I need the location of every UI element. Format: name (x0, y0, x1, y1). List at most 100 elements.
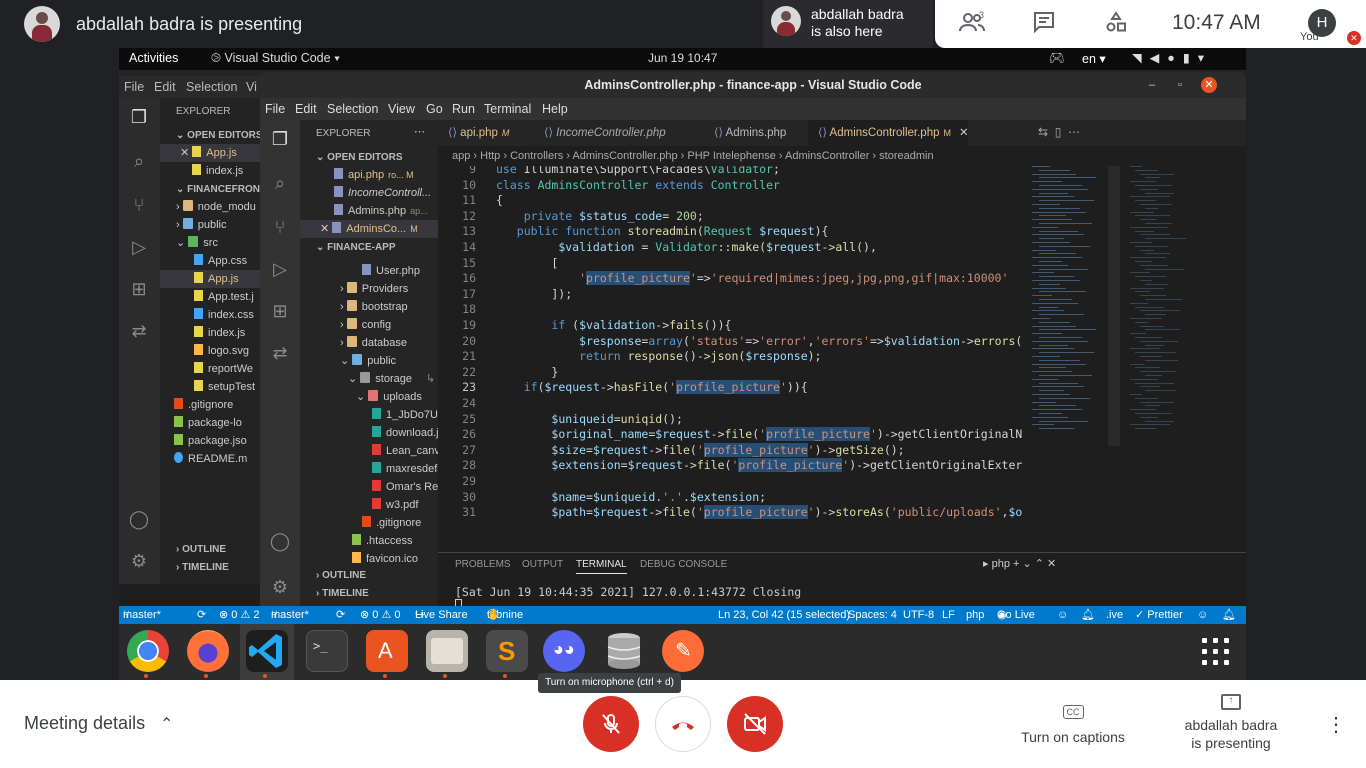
menu-run[interactable]: Run (452, 102, 475, 116)
close-icon[interactable]: ✕ (1201, 77, 1217, 93)
chrome-icon[interactable] (127, 630, 169, 678)
tree-item[interactable]: maxresdefau... (372, 460, 438, 478)
tab-admins-php[interactable]: ⟨⟩ Admins.php (704, 120, 808, 146)
feedback-icon[interactable]: ☺ (1197, 606, 1208, 624)
tab-admins-controller[interactable]: ⟨⟩ AdminsController.php M ✕ (808, 120, 969, 146)
tree-item[interactable]: › bootstrap (340, 298, 408, 316)
search-icon[interactable]: ⌕ (128, 150, 150, 172)
tree-item[interactable]: ⌄ src (176, 234, 218, 252)
tree-item[interactable]: › config (340, 316, 391, 334)
tree-item[interactable]: .gitignore (362, 514, 421, 532)
captions-button[interactable]: CC Turn on captions (1012, 702, 1134, 745)
status-prettier[interactable]: ✓ Prettier (1135, 606, 1183, 624)
code-line[interactable]: { (496, 193, 503, 207)
tree-item[interactable]: download.jpeg (372, 424, 438, 442)
open-editor-item[interactable]: api.php ro... M (334, 166, 414, 184)
open-editor-item[interactable]: index.js (160, 162, 260, 180)
app-menu[interactable]: ⧁ Visual Studio Code ▾ (211, 51, 340, 66)
status-indent[interactable]: Spaces: 4 (848, 606, 897, 624)
discord-tray-icon[interactable]: 🎮︎ (1049, 51, 1065, 66)
tree-item[interactable]: package.jso (174, 432, 247, 450)
open-editor-item-active[interactable]: ✕ AdminsCo... M (300, 220, 438, 238)
terminal-icon[interactable]: >_ (306, 630, 348, 672)
code-line[interactable]: $uniqueid=uniqid(); (496, 412, 683, 426)
tree-item[interactable]: README.m (174, 450, 247, 468)
tree-item[interactable]: App.css (194, 252, 247, 270)
bg-status-problems[interactable]: ⊗ 0 ⚠ 2 (219, 606, 259, 624)
menu-terminal[interactable]: Terminal (484, 102, 531, 116)
activities-button[interactable]: Activities (129, 51, 178, 65)
postman-icon[interactable]: ✎ (662, 630, 704, 672)
tree-item[interactable]: Lean_canvas.... (372, 442, 438, 460)
menu-file[interactable]: File (265, 102, 285, 116)
code-line[interactable]: if($request->hasFile('profile_picture'))… (496, 380, 808, 395)
more-icon[interactable]: ⋯ (414, 125, 425, 138)
tree-item[interactable]: › node_modu (176, 198, 256, 216)
software-center-icon[interactable]: A (366, 630, 408, 678)
tree-item[interactable]: › database (340, 334, 407, 352)
run-debug-icon[interactable]: ▷ (269, 258, 291, 280)
source-control-icon[interactable]: ⑂ (269, 216, 291, 238)
meeting-details-button[interactable]: Meeting details (24, 713, 145, 734)
extensions-icon[interactable]: ⊞ (128, 278, 150, 300)
files-manager-icon[interactable] (426, 630, 468, 678)
settings-gear-icon[interactable]: ⚙ (269, 576, 291, 598)
tree-item[interactable]: ⌄ uploads (356, 388, 422, 406)
activities-icon[interactable] (1103, 11, 1129, 37)
code-line[interactable]: class AdminsController extends Controlle… (496, 178, 780, 192)
minimap[interactable] (1028, 166, 1108, 446)
tab-problems[interactable]: PROBLEMS (455, 559, 511, 570)
show-applications-icon[interactable] (1202, 638, 1230, 666)
maximize-icon[interactable]: ▫ (1172, 77, 1188, 93)
menu-help[interactable]: Help (542, 102, 568, 116)
search-icon[interactable]: ⌕ (269, 172, 291, 194)
source-control-icon[interactable]: ⑂ (128, 194, 150, 216)
code-line[interactable]: if ($validation->fails()){ (496, 318, 731, 332)
tree-item[interactable]: index.js (194, 324, 245, 342)
code-line[interactable]: return response()->json($response); (496, 349, 821, 363)
code-line[interactable]: public function storeadmin(Request $requ… (496, 224, 829, 238)
code-line[interactable]: $response=array('status'=>'error','error… (496, 334, 1022, 348)
terminal-shell-select[interactable]: ▸ php + ⌄ ⌃ ✕ (983, 557, 1056, 570)
status-language[interactable]: php (966, 606, 984, 624)
tree-item[interactable]: package-lo (174, 414, 242, 432)
status-encoding[interactable]: UTF-8 (903, 606, 934, 624)
extensions-icon[interactable]: ⊞ (269, 300, 291, 322)
code-line[interactable]: $name=$uniqueid.'.'.$extension; (496, 490, 766, 504)
menu-go[interactable]: Go (426, 102, 443, 116)
tree-item[interactable]: App.test.j (194, 288, 254, 306)
tree-item[interactable]: setupTest (194, 378, 255, 396)
code-line[interactable]: ]); (496, 287, 572, 301)
open-editor-item[interactable]: Admins.php ap... (334, 202, 428, 220)
code-line[interactable]: $extension=$request->file('profile_pictu… (496, 458, 1022, 473)
tab-debug-console[interactable]: DEBUG CONSOLE (640, 559, 727, 570)
chat-icon[interactable] (1031, 11, 1057, 37)
status-eol[interactable]: LF (942, 606, 955, 624)
tree-item[interactable]: › Providers (340, 280, 408, 298)
vscode-icon[interactable] (246, 630, 288, 678)
tab-output[interactable]: OUTPUT (522, 559, 563, 570)
tree-item[interactable]: User.php (362, 262, 420, 280)
breadcrumb[interactable]: app › Http › Controllers › AdminsControl… (438, 146, 1246, 166)
editor-scrollbar[interactable] (1108, 166, 1120, 446)
code-line[interactable]: use Illuminate\Support\Facades\Validator… (496, 166, 780, 176)
mic-off-icon[interactable] (583, 696, 639, 752)
files-icon[interactable]: ❐ (269, 128, 291, 150)
project-header[interactable]: ⌄ FINANCE-APP (316, 242, 396, 253)
system-tray[interactable]: ◥◀●▮▾ (1132, 50, 1212, 65)
present-button[interactable]: ↑ abdallah badra is presenting (1170, 694, 1292, 752)
code-line[interactable]: } (496, 365, 558, 379)
tab-terminal[interactable]: TERMINAL (576, 559, 627, 574)
account-icon[interactable]: ◯ (269, 530, 291, 552)
tree-item[interactable]: favicon.ico (352, 550, 418, 568)
files-icon[interactable]: ❐ (128, 106, 150, 128)
run-debug-icon[interactable]: ▷ (128, 236, 150, 258)
tab-income-controller[interactable]: ⟨⟩ IncomeController.php (534, 120, 704, 146)
account-icon[interactable]: ◯ (128, 508, 150, 530)
bg-status-sync[interactable]: ⟳ (197, 606, 206, 624)
tree-item[interactable]: 1_JbDo7U0l... (372, 406, 438, 424)
code-line[interactable]: $size=$request->file('profile_picture')-… (496, 442, 905, 457)
timeline-header[interactable]: › TIMELINE (316, 588, 369, 599)
tree-item[interactable]: › public (176, 216, 226, 234)
code-editor[interactable]: 9 use Illuminate\Support\Facades\Validato… (438, 166, 1028, 552)
